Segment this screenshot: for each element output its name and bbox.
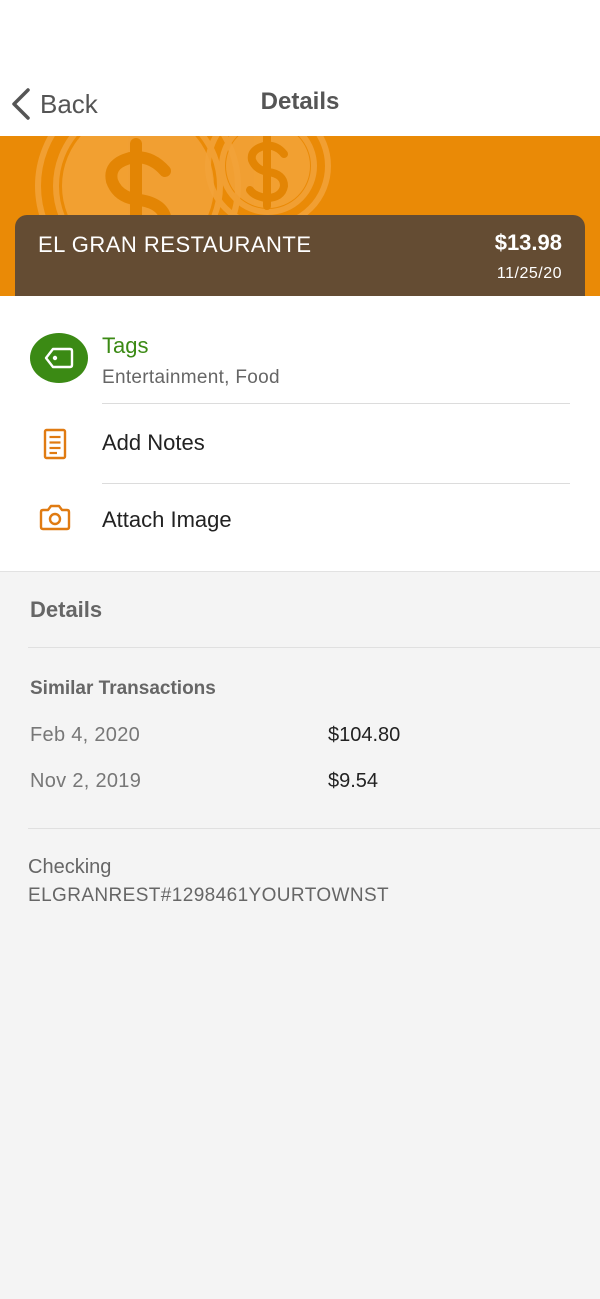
details-section-title: Details — [30, 597, 103, 622]
account-type: Checking — [28, 856, 112, 878]
transaction-card: EL GRAN RESTAURANTE $13.98 11/25/20 — [15, 215, 585, 307]
divider — [28, 828, 600, 829]
tags-label: Tags — [102, 333, 149, 358]
attach-image-label: Attach Image — [102, 507, 232, 532]
similar-transactions-title: Similar Transactions — [30, 678, 216, 699]
similar-transaction-row[interactable]: Feb 4, 2020 $104.80 — [0, 724, 600, 754]
transaction-description: ELGRANREST#1298461YOURTOWNST — [28, 885, 390, 906]
similar-transaction-date: Nov 2, 2019 — [30, 770, 142, 792]
tags-values: Entertainment, Food — [102, 367, 280, 388]
similar-transaction-amount: $104.80 — [328, 724, 401, 746]
add-notes-label: Add Notes — [102, 430, 205, 455]
tag-icon — [44, 347, 74, 369]
tag-icon-badge — [30, 333, 88, 383]
transaction-actions: Tags Entertainment, Food Add Notes Attac… — [0, 296, 600, 572]
merchant-name: EL GRAN RESTAURANTE — [38, 232, 312, 257]
transaction-amount: $13.98 — [494, 230, 562, 255]
camera-icon — [39, 504, 71, 531]
divider — [102, 483, 570, 484]
divider — [28, 647, 600, 648]
similar-transaction-row[interactable]: Nov 2, 2019 $9.54 — [0, 770, 600, 800]
similar-transaction-date: Feb 4, 2020 — [30, 724, 141, 746]
transaction-date: 11/25/20 — [496, 265, 562, 282]
navigation-bar: Back Details — [0, 0, 600, 136]
similar-transaction-amount: $9.54 — [328, 770, 379, 792]
document-icon — [43, 428, 67, 460]
divider — [102, 403, 570, 404]
page-title: Details — [260, 88, 340, 115]
